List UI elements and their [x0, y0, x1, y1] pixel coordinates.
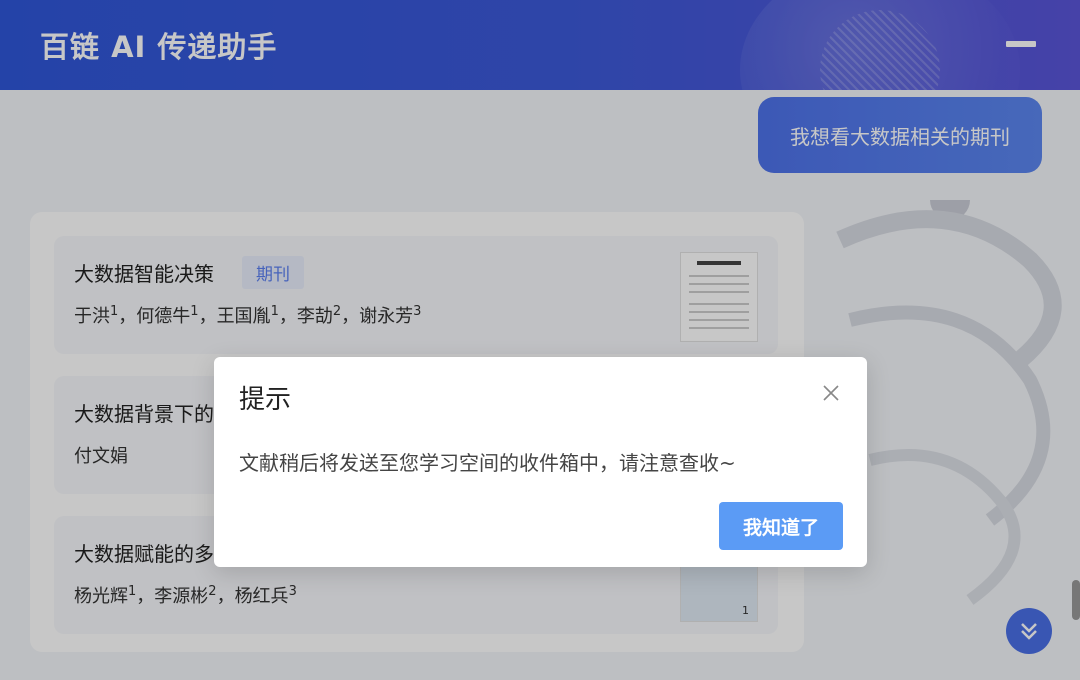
notice-dialog: 提示 文献稍后将发送至您学习空间的收件箱中，请注意查收~ 我知道了: [214, 357, 867, 567]
ok-button[interactable]: 我知道了: [719, 502, 843, 550]
app-root: 百链 AI 传递助手 我想看大数据相关的期刊 大数据智能决策 期刊 于洪1，何德…: [0, 0, 1080, 680]
close-icon[interactable]: [821, 383, 841, 403]
dialog-message: 文献稍后将发送至您学习空间的收件箱中，请注意查收~: [239, 451, 736, 475]
modal-overlay[interactable]: [0, 0, 1080, 680]
dialog-title: 提示: [239, 385, 292, 415]
